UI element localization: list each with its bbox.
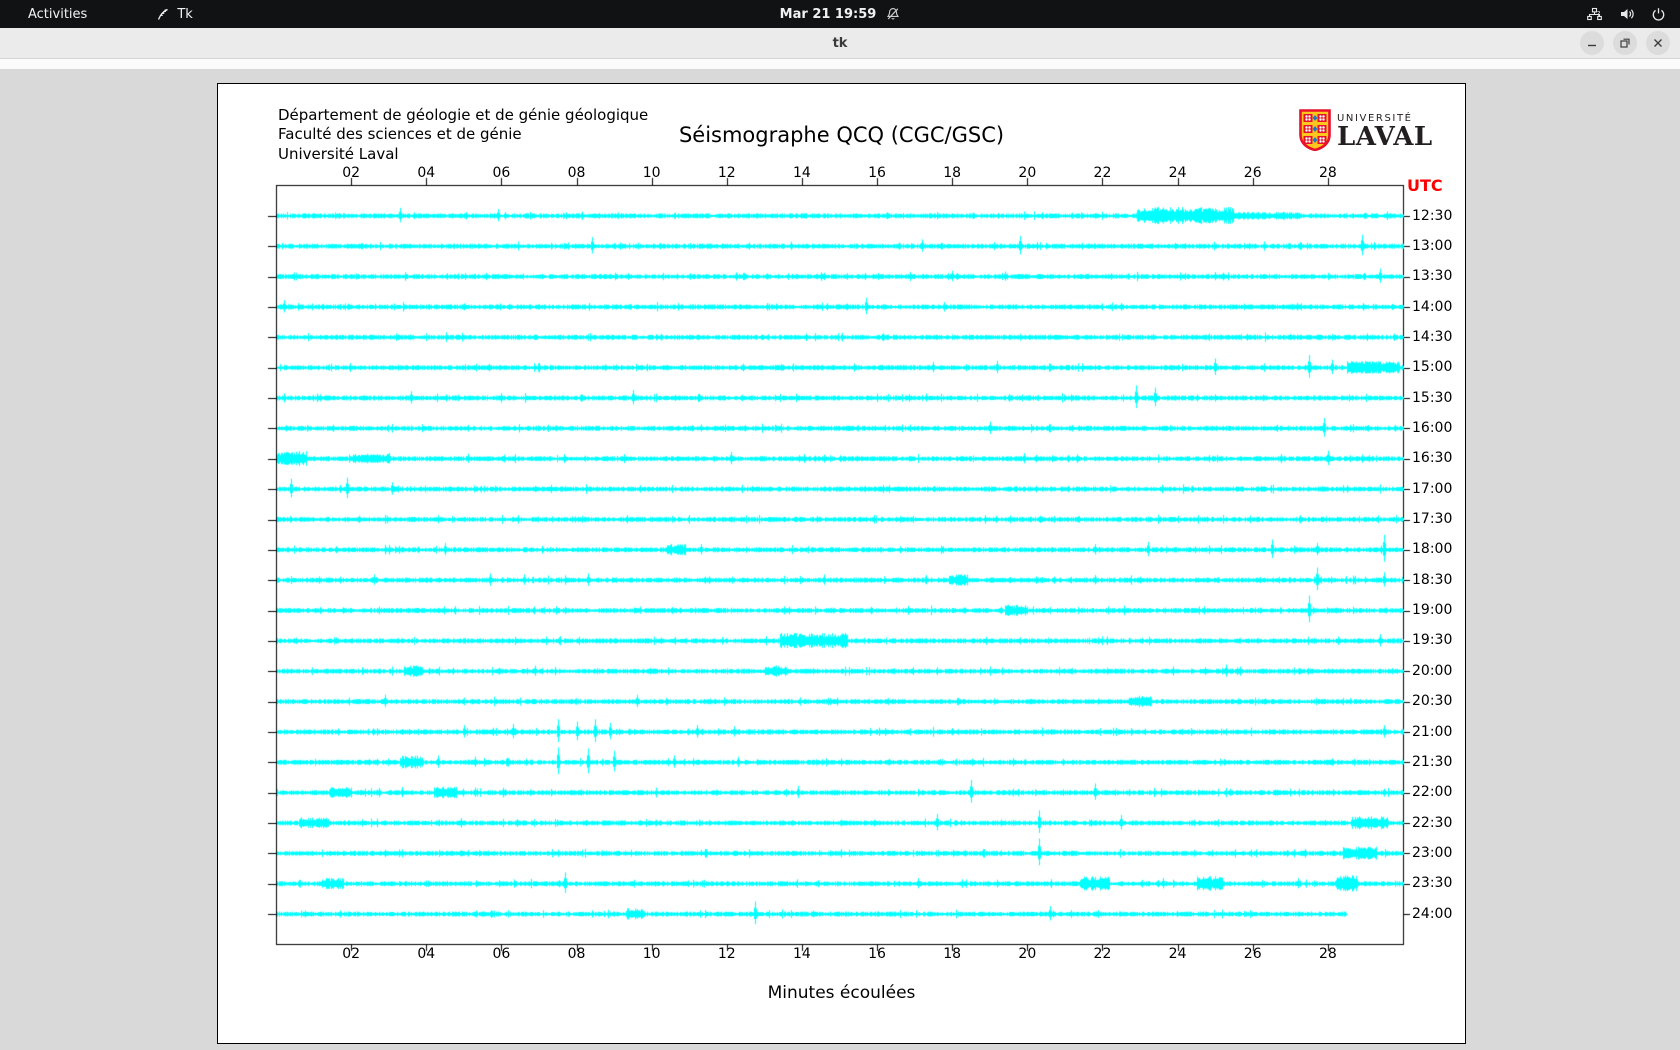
bottom-axis-tick-label: 26	[1243, 946, 1262, 962]
window-controls	[1580, 31, 1670, 55]
right-axis-time-label: 20:00	[1412, 662, 1453, 679]
utc-axis-label: UTC	[1407, 176, 1443, 195]
clock-text: Mar 21 19:59	[779, 6, 877, 22]
top-axis-tick-label: 12	[717, 165, 736, 181]
restore-button[interactable]	[1613, 31, 1637, 55]
right-axis-time-label: 17:00	[1412, 480, 1453, 497]
bottom-axis-tick-label: 12	[717, 946, 736, 962]
institution-line-3: Université Laval	[278, 144, 399, 163]
right-axis-time-label: 22:00	[1412, 784, 1453, 801]
bottom-axis-tick-label: 06	[492, 946, 511, 962]
top-axis-tick-label: 16	[868, 165, 886, 181]
bottom-axis-tick-label: 04	[417, 946, 436, 962]
right-axis-time-label: 14:30	[1412, 328, 1453, 345]
window-titlebar[interactable]: tk	[0, 28, 1680, 59]
bottom-axis-tick-label: 20	[1018, 946, 1037, 962]
top-axis-tick-label: 04	[417, 165, 436, 181]
top-axis-tick-label: 18	[943, 165, 962, 181]
top-axis-tick-label: 02	[342, 165, 361, 181]
x-axis-title: Minutes écoulées	[767, 983, 916, 1003]
right-axis-time-label: 24:00	[1412, 905, 1453, 922]
tk-window-body: Département de géologie et de génie géol…	[0, 59, 1680, 1050]
right-axis-time-label: 13:30	[1412, 268, 1453, 285]
top-axis-tick-label: 14	[793, 165, 811, 181]
right-axis-time-label: 22:30	[1412, 814, 1453, 831]
seismogram-plot	[218, 84, 1463, 1041]
minimize-button[interactable]	[1580, 31, 1604, 55]
right-axis-time-label: 12:30	[1412, 207, 1453, 224]
svg-text:?: ?	[1597, 10, 1601, 18]
right-axis-time-label: 19:30	[1412, 632, 1453, 649]
close-button[interactable]	[1646, 31, 1670, 55]
system-status-area[interactable]: ?	[1586, 0, 1666, 28]
top-axis-tick-label: 24	[1168, 165, 1187, 181]
top-axis-tick-label: 28	[1318, 165, 1337, 181]
seismograph-canvas: Département de géologie et de génie géol…	[217, 83, 1466, 1044]
right-axis-time-label: 19:00	[1412, 602, 1453, 619]
right-axis-time-label: 15:30	[1412, 389, 1453, 406]
window-title: tk	[832, 36, 848, 51]
logo-laval-text: LAVAL	[1337, 122, 1433, 152]
universite-laval-logo: UNIVERSITÉ LAVAL	[1299, 109, 1433, 155]
right-axis-time-label: 17:30	[1412, 511, 1453, 528]
top-axis-tick-label: 06	[492, 165, 511, 181]
laval-wordmark: UNIVERSITÉ LAVAL	[1337, 109, 1433, 150]
laval-shield-icon	[1299, 109, 1331, 155]
network-icon: ?	[1586, 6, 1603, 22]
right-axis-time-label: 23:30	[1412, 875, 1453, 892]
bottom-axis-tick-label: 18	[943, 946, 962, 962]
power-icon	[1651, 7, 1666, 22]
right-axis-time-label: 20:30	[1412, 693, 1453, 710]
right-axis-time-label: 21:00	[1412, 723, 1453, 740]
volume-icon	[1619, 6, 1635, 22]
bottom-axis-tick-label: 16	[868, 946, 886, 962]
right-axis-time-label: 21:30	[1412, 753, 1453, 770]
right-axis-time-label: 13:00	[1412, 237, 1453, 254]
right-axis-time-label: 16:00	[1412, 419, 1453, 436]
top-axis-tick-label: 10	[642, 165, 661, 181]
clock-menu[interactable]: Mar 21 19:59	[0, 0, 1680, 28]
bottom-axis-tick-label: 24	[1168, 946, 1187, 962]
bottom-axis-tick-label: 14	[793, 946, 811, 962]
top-axis-tick-label: 22	[1093, 165, 1112, 181]
top-axis-tick-label: 20	[1018, 165, 1037, 181]
bottom-axis-tick-label: 22	[1093, 946, 1112, 962]
bottom-axis-tick-label: 28	[1318, 946, 1337, 962]
top-axis-tick-label: 08	[567, 165, 586, 181]
top-axis-tick-label: 26	[1243, 165, 1262, 181]
right-axis-time-label: 18:00	[1412, 541, 1453, 558]
notifications-muted-icon	[886, 7, 900, 21]
chart-title: Séismographe QCQ (CGC/GSC)	[678, 123, 1005, 147]
gnome-top-bar: Activities Tk Mar 21 19:59 ?	[0, 0, 1680, 28]
window-body-top-strip	[0, 59, 1680, 70]
bottom-axis-tick-label: 02	[342, 946, 361, 962]
right-axis-time-label: 18:30	[1412, 571, 1453, 588]
bottom-axis-tick-label: 08	[567, 946, 586, 962]
right-axis-time-label: 15:00	[1412, 359, 1453, 376]
right-axis-time-label: 16:30	[1412, 450, 1453, 467]
right-axis-time-label: 14:00	[1412, 298, 1453, 315]
bottom-axis-tick-label: 10	[642, 946, 661, 962]
right-axis-time-label: 23:00	[1412, 844, 1453, 861]
